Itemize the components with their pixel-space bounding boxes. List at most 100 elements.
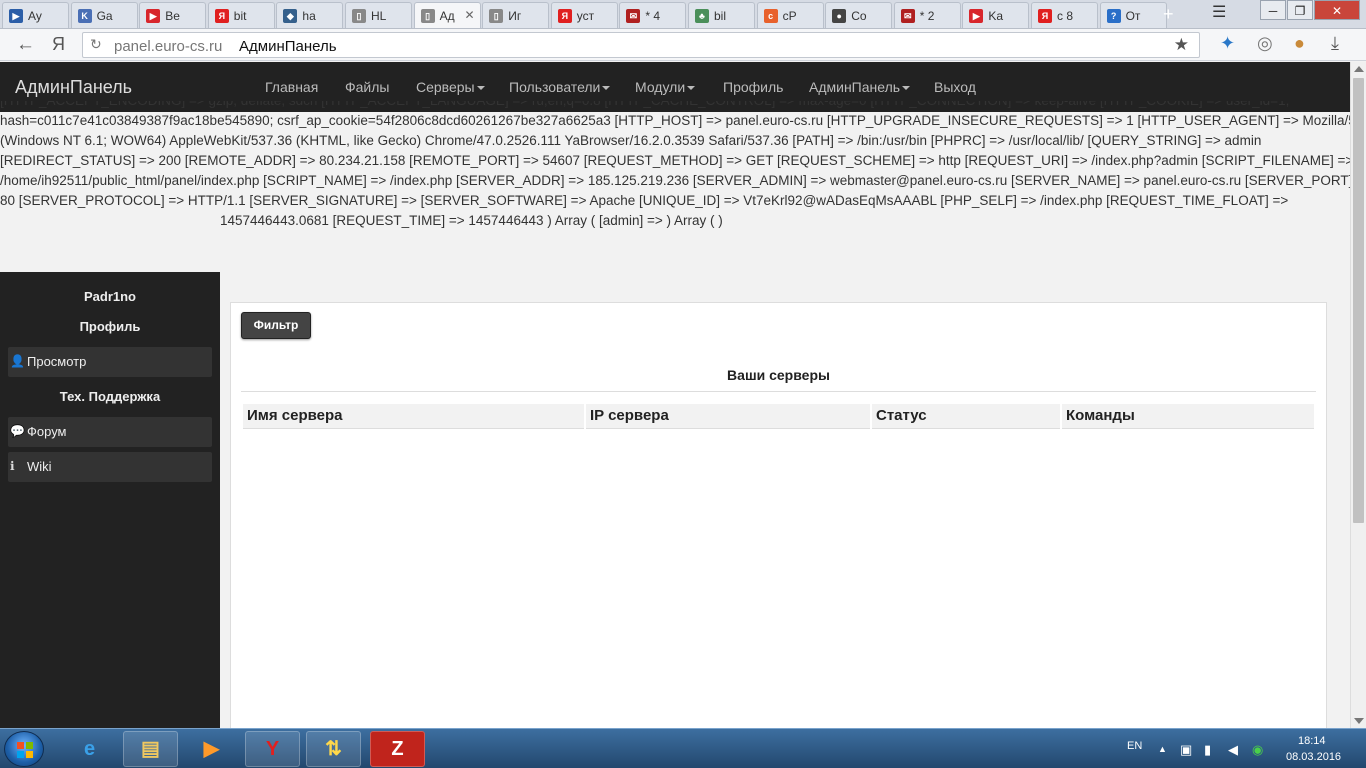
browser-tab-label: bil [714,9,727,23]
scroll-down-arrow-icon[interactable] [1354,718,1364,724]
browser-tab[interactable]: c cP [756,2,824,28]
nav-item-label: Выход [934,79,976,95]
browser-tab[interactable]: Яуст [550,2,618,28]
dump-line-3: [REDIRECT_STATUS] => 200 [REMOTE_ADDR] =… [0,153,1350,168]
maximize-button[interactable]: ❐ [1287,0,1313,20]
browser-tab[interactable]: ▯ HL [345,2,412,28]
turbo-icon[interactable]: ✦ [1220,33,1235,54]
language-indicator[interactable]: EN [1127,740,1142,752]
network-icon[interactable]: ◉ [1252,742,1263,758]
browser-tab[interactable]: ♣ bil [688,2,755,28]
browser-tab[interactable]: ▶ Ау [2,2,69,28]
explorer-folder-icon[interactable]: ▤ [123,731,178,767]
scroll-up-arrow-icon[interactable] [1354,66,1364,72]
browser-tab[interactable]: ▯ Иг [482,2,550,28]
browser-tab[interactable]: Яс 8 [1031,2,1098,28]
browser-tab-label: Ау [28,9,42,23]
tray-expand-icon[interactable]: ▲ [1158,744,1167,754]
url-field[interactable]: ↻ panel.euro-cs.ru АдминПанель ★ [82,32,1200,58]
browser-tab-strip: ▶ Ау K Ga ▶ Ве Яbit ◆ ha ▯ HL ▯ Ад ✕ ▯ Иг Яуст ✉ * 4 ♣ bil c c… [0,0,1366,29]
browser-tab[interactable]: ▶ Ka [962,2,1030,28]
k-icon: K [77,9,92,23]
start-button[interactable] [4,731,44,767]
column-header-status[interactable]: Статус [872,404,1060,429]
dump-line-2: (Windows NT 6.1; WOW64) AppleWebKit/537.… [0,133,1262,148]
clock-date[interactable]: 08.03.2016 [1286,751,1341,763]
yandex-icon: Я [557,9,572,23]
dump-line-0: [HTTP_ACCEPT_ENCODING] => gzip, deflate,… [0,101,1350,111]
page-icon: ▯ [420,9,435,23]
browser-tab-label: * 2 [919,9,935,23]
yandex-logo-icon[interactable]: Я [52,34,65,55]
sidebar-item-view[interactable]: 👤 Просмотр [8,347,212,377]
filter-button[interactable]: Фильтр [241,312,311,339]
clock-time[interactable]: 18:14 [1298,735,1326,747]
sidebar-support-heading: Тех. Поддержка [59,389,161,404]
yandex-browser-icon[interactable]: Y [245,731,300,767]
nav-item[interactable]: Файлы [345,79,389,95]
scrollbar-thumb[interactable] [1353,78,1364,523]
reload-icon[interactable]: ↻ [90,36,102,53]
browser-tab-label: с 8 [1057,9,1074,23]
browser-tab-label: Ад [439,9,455,23]
browser-tab[interactable]: ? От [1099,2,1167,28]
nav-item[interactable]: Профиль [723,79,783,95]
back-arrow-icon[interactable]: ← [16,34,35,56]
browser-tab[interactable]: K Ga [70,2,138,28]
nav-item-label: Модули [635,79,686,95]
nav-item[interactable]: Модули [635,79,696,95]
nav-item-label: АдминПанель [809,79,901,95]
globe-icon[interactable]: ◎ [1257,33,1273,54]
media-player-icon[interactable]: ▶ [184,731,239,767]
nav-item[interactable]: АдминПанель [809,79,911,95]
close-tab-icon[interactable]: ✕ [465,8,475,22]
mail-icon: ✉ [900,9,915,23]
browser-tab-label: bit [233,9,247,23]
browser-menu-icon[interactable]: ☰ [1212,2,1234,22]
nav-item-label: Серверы [416,79,475,95]
page-icon: ▯ [352,9,366,23]
browser-tab-label: cP [782,9,797,23]
close-window-button[interactable]: ✕ [1314,0,1360,20]
sidebar-profile-heading: Профиль [79,319,141,334]
browser-tab[interactable]: ● Co [825,2,893,28]
nav-item[interactable]: Выход [934,79,976,95]
page-scrollbar[interactable] [1350,62,1366,728]
caret-down-icon [902,86,911,91]
browser-tab-label: * 4 [645,9,661,23]
page-icon: ▯ [489,9,504,23]
minimize-button[interactable]: ─ [1260,0,1286,20]
new-tab-icon[interactable]: + [1163,4,1174,25]
sidebar-item-forum[interactable]: 💬 Форум [8,417,212,447]
browser-tab-label: Ka [988,9,1004,23]
nav-item-label: Пользователи [509,79,601,95]
nav-item[interactable]: Пользователи [509,79,611,95]
sidebar-item-wiki[interactable]: ℹ Wiki [8,452,212,482]
navbar-brand[interactable]: АдминПанель [15,77,132,98]
mail-icon: ✉ [626,9,641,23]
sidebar: Padr1no Профиль 👤 Просмотр Тех. Поддержк… [0,272,220,728]
url-page-title: АдминПанель [239,38,337,55]
browser-tab[interactable]: ▯ Ад ✕ [413,2,481,28]
shield-icon: ◆ [283,9,298,23]
bookmark-star-icon[interactable]: ★ [1174,35,1189,55]
column-header-ip[interactable]: IP сервера [586,404,870,429]
column-header-commands[interactable]: Команды [1062,404,1314,429]
cookie-icon[interactable]: ● [1294,33,1305,54]
browser-tab[interactable]: ✉ * 4 [619,2,687,28]
browser-tab[interactable]: ✉ * 2 [893,2,961,28]
browser-tab[interactable]: ◆ ha [276,2,344,28]
download-icon[interactable]: ⤓ [1331,33,1339,54]
network-tool-icon[interactable]: ⇅ [306,731,361,767]
volume-icon[interactable]: ◀ [1228,742,1238,758]
browser-tab[interactable]: Яbit [207,2,275,28]
youtube-icon: ▶ [146,9,161,23]
browser-tab[interactable]: ▶ Ве [139,2,207,28]
internet-explorer-icon[interactable]: e [62,731,117,767]
device-icon[interactable]: ▣ [1180,742,1192,758]
filezilla-icon[interactable]: Z [370,731,425,767]
signal-icon[interactable]: ▮ [1204,742,1211,758]
nav-item[interactable]: Главная [265,79,318,95]
column-header-name[interactable]: Имя сервера [243,404,584,429]
nav-item[interactable]: Серверы [416,79,485,95]
